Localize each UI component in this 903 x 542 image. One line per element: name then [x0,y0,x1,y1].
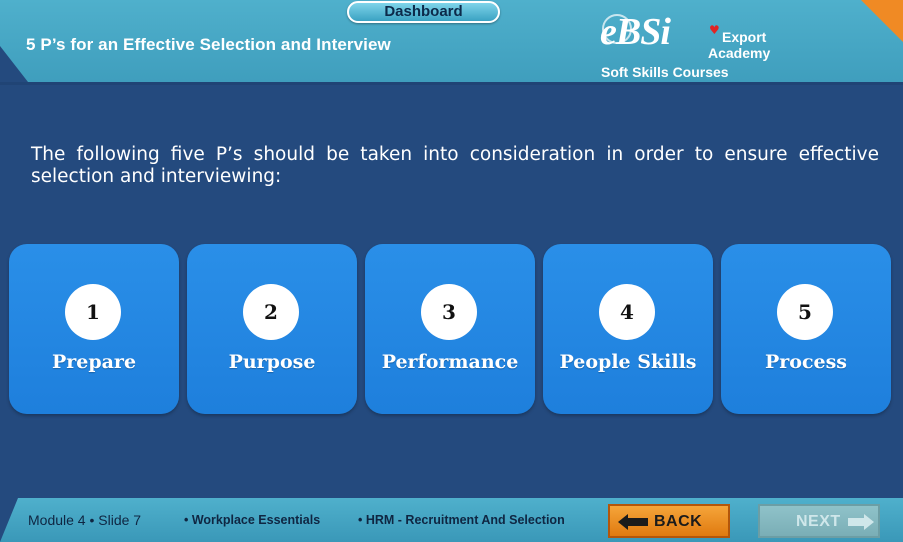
card-performance[interactable]: 3 Performance [365,244,535,414]
card-number: 1 [65,284,121,340]
logo: eBSi ♥ Export Academy Soft Skills Course… [600,12,770,80]
card-process[interactable]: 5 Process [721,244,891,414]
module-slide-label: Module 4 • Slide 7 [28,512,142,528]
header-notch [0,46,28,82]
heart-icon: ♥ [709,23,720,37]
corner-fold [861,0,903,42]
card-label: Performance [381,351,519,373]
back-label: BACK [654,513,703,530]
next-label: NEXT [796,513,841,530]
logo-line1: Export [722,29,767,45]
arrow-right-icon [848,514,874,530]
logo-subtitle: Soft Skills Courses [601,64,729,80]
card-label: Prepare [51,351,137,373]
logo-line2: Academy [708,45,771,61]
card-prepare[interactable]: 1 Prepare [9,244,179,414]
card-purpose[interactable]: 2 Purpose [187,244,357,414]
course-label: • Workplace Essentials [184,513,321,527]
back-button[interactable]: BACK [608,504,730,538]
card-number: 2 [243,284,299,340]
card-number: 4 [599,284,655,340]
card-label: Purpose [228,351,316,373]
card-number: 5 [777,284,833,340]
card-number: 3 [421,284,477,340]
page-title: 5 P’s for an Effective Selection and Int… [26,35,391,54]
slide: 5 P’s for an Effective Selection and Int… [0,0,903,542]
next-button[interactable]: NEXT [758,504,880,538]
topic-label: • HRM - Recruitment And Selection [358,513,565,527]
card-label: People Skills [559,351,697,373]
header-shadow [0,82,903,85]
footer-notch [0,498,18,542]
intro-text: The following five P’s should be taken i… [31,144,879,187]
card-people-skills[interactable]: 4 People Skills [543,244,713,414]
dashboard-button[interactable]: Dashboard [347,1,500,23]
logo-mark: eBSi [600,11,671,53]
card-label: Process [764,351,848,373]
arrow-left-icon [618,514,648,530]
p-cards: 1 Prepare 2 Purpose 3 Performance 4 Peop… [9,244,893,416]
